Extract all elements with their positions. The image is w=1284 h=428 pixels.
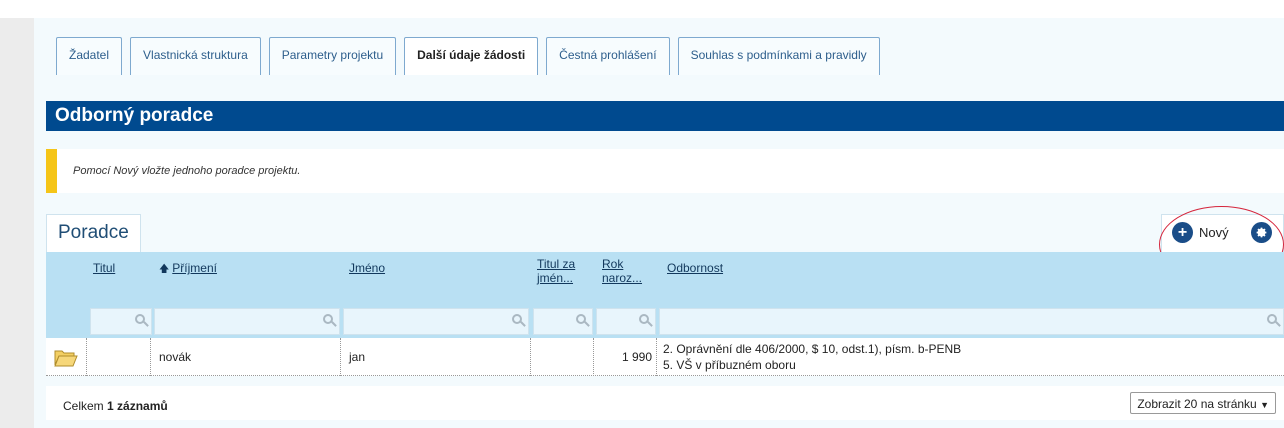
left-gutter: [0, 18, 34, 428]
grid-toolbox: + Nový: [1161, 214, 1284, 254]
search-icon: [322, 313, 337, 327]
column-header-odbornost[interactable]: Odbornost: [667, 261, 723, 275]
cell-jmeno: jan: [341, 338, 531, 376]
chevron-down-icon: ▼: [1260, 400, 1269, 410]
table-footer: Celkem 1 záznamů Zobrazit 20 na stránku …: [46, 386, 1284, 420]
grid-title-tab[interactable]: Poradce: [46, 214, 141, 252]
row-open-cell: [46, 338, 87, 376]
column-header-rok-narozeni[interactable]: Rok naroz...: [602, 257, 642, 285]
filter-odbornost[interactable]: [659, 308, 1284, 335]
tab-cestna-prohlaseni[interactable]: Čestná prohlášení: [546, 37, 670, 75]
folder-open-icon[interactable]: [54, 349, 78, 370]
new-button-label: Nový: [1199, 225, 1229, 240]
search-icon: [1266, 313, 1281, 327]
column-header-jmeno[interactable]: Jméno: [349, 261, 385, 275]
search-icon: [511, 313, 526, 327]
column-header-titul-za[interactable]: Titul za jmén...: [537, 257, 575, 285]
page-size-select[interactable]: Zobrazit 20 na stránku ▼: [1130, 392, 1276, 414]
application-panel: Žadatel Vlastnická struktura Parametry p…: [34, 18, 1284, 428]
column-header-prijmeni[interactable]: 🡅 Příjmení: [159, 261, 217, 277]
filter-rok[interactable]: [596, 308, 656, 335]
filter-prijmeni[interactable]: [154, 308, 340, 335]
cell-titul-za: [531, 338, 594, 376]
filter-titul-za[interactable]: [533, 308, 593, 335]
form-tabs: Žadatel Vlastnická struktura Parametry p…: [56, 37, 880, 75]
search-icon: [134, 313, 149, 327]
filter-titul[interactable]: [90, 308, 152, 335]
cell-odbornost: 2. Oprávnění dle 406/2000, $ 10, odst.1)…: [657, 338, 1284, 376]
sort-ascending-icon: 🡅: [159, 264, 170, 275]
gear-icon[interactable]: [1251, 222, 1272, 243]
records-total: Celkem 1 záznamů: [63, 399, 168, 413]
cell-prijmeni: novák: [151, 338, 341, 376]
info-text: Pomocí Nový vložte jednoho poradce proje…: [73, 165, 301, 177]
tab-souhlas-s-podminkami[interactable]: Souhlas s podmínkami a pravidly: [677, 37, 880, 75]
column-header-titul[interactable]: Titul: [93, 261, 115, 275]
section-title: Odborný poradce: [46, 101, 1284, 131]
filter-jmeno[interactable]: [343, 308, 529, 335]
odbornost-line: 2. Oprávnění dle 406/2000, $ 10, odst.1)…: [663, 342, 962, 356]
table-header: Titul 🡅 Příjmení Jméno Titul za jmén... Ro…: [46, 252, 1284, 306]
tab-vlastnicka-struktura[interactable]: Vlastnická struktura: [130, 37, 261, 75]
plus-circle-icon: +: [1172, 222, 1193, 243]
search-icon: [575, 313, 590, 327]
cell-titul: [87, 338, 151, 376]
search-icon: [638, 313, 653, 327]
filter-row: [46, 306, 1284, 338]
info-box: Pomocí Nový vložte jednoho poradce proje…: [46, 149, 1284, 193]
odbornost-line: 5. VŠ v příbuzném oboru: [663, 358, 796, 372]
info-accent-bar: [46, 149, 57, 193]
tab-zadatel[interactable]: Žadatel: [56, 37, 123, 75]
new-button[interactable]: + Nový: [1172, 222, 1229, 243]
tab-dalsi-udaje-zadosti[interactable]: Další údaje žádosti: [404, 37, 539, 75]
table-row[interactable]: novák jan 1 990 2. Oprávnění dle 406/200…: [46, 338, 1284, 376]
tab-parametry-projektu[interactable]: Parametry projektu: [268, 37, 397, 75]
top-strip: [0, 0, 1284, 18]
cell-rok-narozeni: 1 990: [594, 338, 657, 376]
